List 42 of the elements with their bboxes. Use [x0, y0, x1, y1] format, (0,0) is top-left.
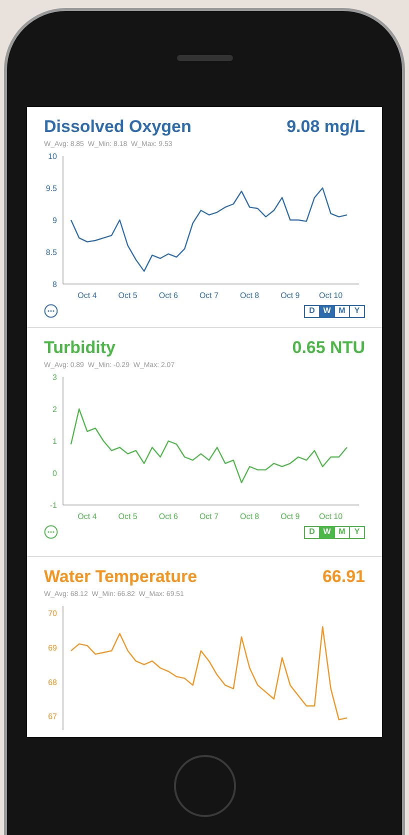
section-title: Dissolved Oxygen: [44, 116, 192, 138]
x-tick-label: Oct 7: [199, 291, 219, 300]
current-reading: 0.65 NTU: [292, 337, 365, 359]
x-tick-label: Oct 8: [240, 512, 260, 521]
y-tick-label: 10: [48, 152, 57, 161]
y-tick-label: -1: [50, 501, 57, 510]
range-button[interactable]: Y: [349, 304, 365, 318]
y-tick-label: 1: [52, 437, 57, 446]
x-tick-label: Oct 8: [240, 291, 260, 300]
y-tick-label: 9.5: [46, 184, 57, 193]
x-tick-label: Oct 6: [158, 291, 178, 300]
section-title: Water Temperature: [44, 566, 198, 588]
more-options-icon[interactable]: [44, 304, 58, 318]
x-tick-label: Oct 9: [280, 291, 300, 300]
more-options-icon[interactable]: [44, 525, 58, 539]
y-tick-label: 8.5: [46, 248, 57, 257]
x-tick-label: Oct 6: [158, 512, 178, 521]
y-tick-label: 69: [48, 643, 57, 652]
x-tick-label: Oct 5: [118, 512, 138, 521]
range-button[interactable]: D: [304, 304, 320, 318]
home-button[interactable]: [174, 755, 236, 817]
range-button[interactable]: M: [334, 304, 350, 318]
y-tick-label: 70: [48, 608, 57, 618]
y-tick-label: 0: [52, 469, 57, 478]
x-tick-label: Oct 5: [118, 291, 138, 300]
y-tick-label: 68: [48, 678, 57, 687]
speaker-slot: [176, 55, 232, 61]
y-tick-label: 9: [52, 216, 57, 225]
y-tick-label: 2: [52, 405, 57, 414]
x-tick-label: Oct 4: [78, 512, 97, 521]
section-title: Turbidity: [44, 337, 116, 359]
range-button[interactable]: W: [319, 304, 335, 318]
current-reading: 66.91: [322, 566, 365, 588]
y-tick-label: 8: [52, 280, 57, 289]
current-reading: 9.08 mg/L: [286, 116, 365, 138]
y-tick-label: 67: [48, 712, 57, 722]
y-tick-label: 3: [52, 373, 57, 382]
x-tick-label: Oct 10: [318, 291, 343, 300]
x-tick-label: Oct 4: [78, 291, 97, 300]
x-tick-label: Oct 9: [280, 512, 300, 521]
x-tick-label: Oct 7: [199, 512, 219, 521]
x-tick-label: Oct 10: [318, 512, 343, 521]
